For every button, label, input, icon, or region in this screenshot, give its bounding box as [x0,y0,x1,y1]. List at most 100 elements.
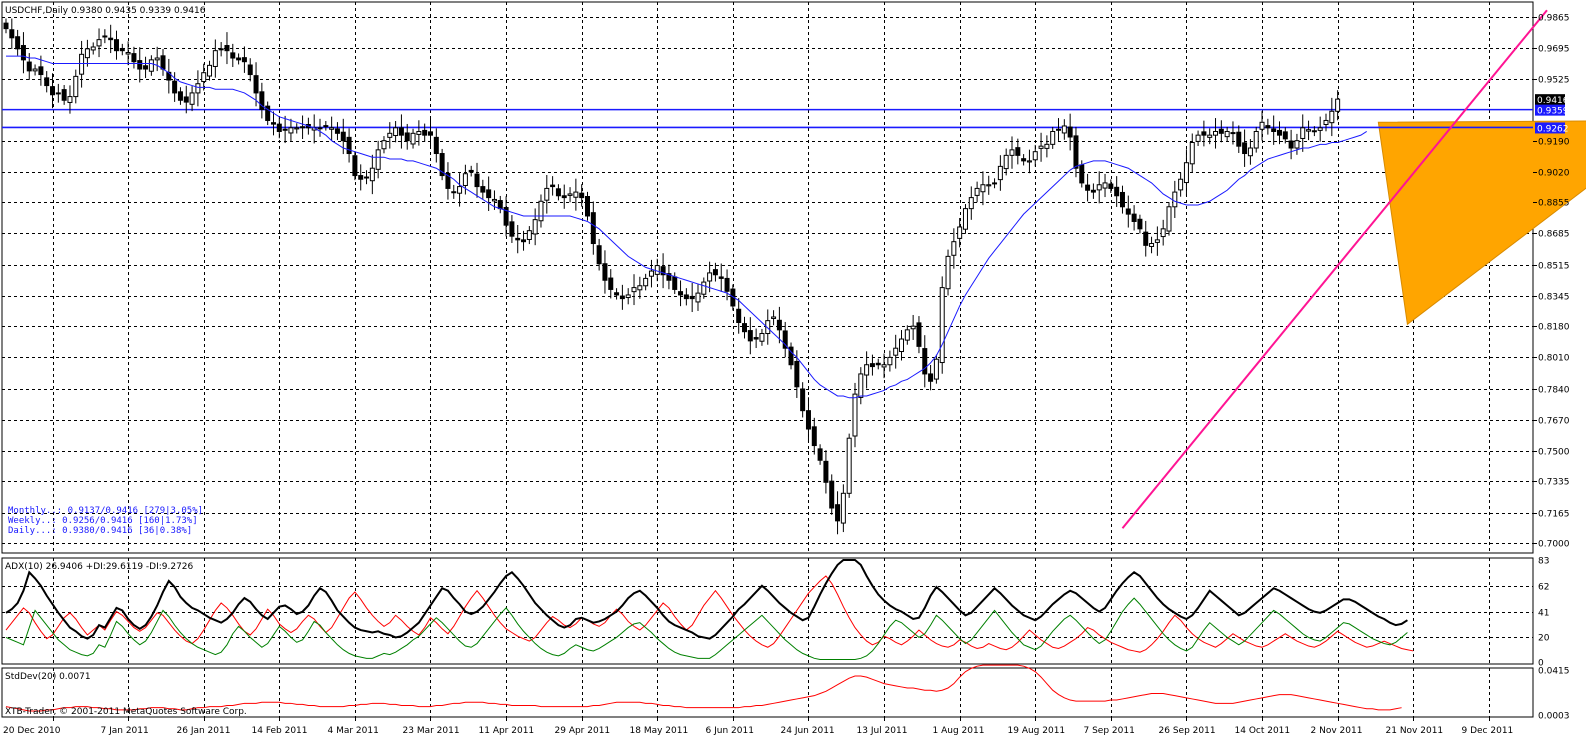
candle-body [753,337,759,340]
candle-body [933,358,939,380]
candle-body [1294,140,1300,149]
candle-body [468,169,474,173]
candle-body [835,504,841,522]
candle-body [32,68,38,72]
candle-body [329,127,335,130]
candle-body [1230,132,1236,135]
candle-body [15,36,21,50]
candle-body [678,291,684,296]
candle-body [1253,130,1259,149]
candle-body [823,460,829,483]
candle-body [1207,134,1213,138]
price-tick-label: 0.7500 [1538,448,1570,458]
candle-body [410,132,416,145]
candle-body [1259,121,1265,130]
candle-body [334,128,340,134]
candle-body [1218,128,1224,134]
candle-body [945,255,951,290]
candle-body [1224,130,1230,138]
candle-body [1311,130,1317,133]
candle-body [79,53,85,75]
candle-body [1178,178,1184,191]
candle-body [404,132,410,142]
candle-body [916,322,922,347]
candle-body [928,373,934,382]
candle-body [521,239,527,243]
candle-body [50,86,56,96]
candle-body [596,245,602,265]
candle-body [294,127,300,130]
candle-body [1073,135,1079,169]
candle-body [614,292,620,296]
candle-body [1329,110,1335,124]
candle-body [1213,130,1219,136]
candle-body [61,89,67,101]
date-label: 24 Jun 2011 [781,726,835,736]
info-row: Daily...: 0.9380/0.9416 [36|0.38%] [8,526,192,536]
candle-body [451,191,457,194]
candle-body [648,270,654,277]
candle-body [968,197,974,210]
info-row: Monthly..: 0.9137/0.9416 [279|3.05%] [8,506,203,516]
adx-tick-label: 83 [1538,557,1549,567]
date-label: 29 Apr 2011 [555,726,611,736]
candle-body [1160,228,1166,238]
candle-body [1166,206,1172,232]
candle-body [1090,189,1096,193]
info-box: Monthly..: 0.9137/0.9416 [279|3.05%]Week… [8,506,203,536]
date-label: 6 Jun 2011 [706,726,754,736]
adx-tick-label: 20 [1538,634,1550,644]
candle-body [962,208,968,230]
candle-body [509,221,515,237]
date-label: 23 Mar 2011 [403,726,460,736]
candle-body [183,96,189,103]
date-label: 14 Oct 2011 [1235,726,1291,736]
candle-body [172,80,178,94]
candle-body [282,128,288,131]
date-label: 13 Jul 2011 [857,726,908,736]
candle-body [1044,143,1050,149]
candle-body [1026,160,1032,163]
candle-body [1201,131,1207,136]
price-badges: 0.94160.93590.9262 [1535,94,1569,134]
price-tick-label: 0.9190 [1538,138,1570,148]
candle-body [177,91,183,101]
candle-body [957,226,963,239]
candle-body [1271,128,1277,132]
candle-body [608,277,614,290]
candle-body [398,127,404,136]
candle-body [3,22,9,30]
candle-body [561,195,567,199]
price-tick-label: 0.7840 [1538,386,1570,396]
price-tick-label: 0.9695 [1538,45,1570,55]
chart-svg[interactable]: USDCHF,Daily 0.9380 0.9435 0.9339 0.9416… [0,0,1586,746]
candle-body [340,131,346,142]
candle-body [864,364,870,376]
candle-body [631,287,637,293]
candle-body [683,294,689,300]
candle-body [1335,98,1341,112]
candle-body [137,60,143,70]
candle-body [1323,119,1329,126]
price-tick-label: 0.8515 [1538,262,1570,272]
candle-body [375,149,381,170]
candle-body [352,155,358,177]
candle-body [393,127,399,137]
candle-body [794,360,800,388]
candle-body [637,285,643,291]
candle-body [602,263,608,281]
candle-body [899,338,905,353]
adx-tick-label: 41 [1538,609,1549,619]
date-label: 21 Nov 2011 [1386,726,1444,736]
candle-body [1242,142,1248,155]
candle-body [9,29,15,39]
stddev-tick-label: 0.0415 [1538,667,1570,677]
price-tick-label: 0.8685 [1538,230,1570,240]
candle-body [1154,239,1160,243]
candle-body [1015,147,1021,156]
candle-body [1114,186,1120,197]
candle-body [90,46,96,51]
candle-body [212,50,218,67]
candle-body [811,426,817,447]
price-badge-label: 0.9262 [1537,124,1569,134]
